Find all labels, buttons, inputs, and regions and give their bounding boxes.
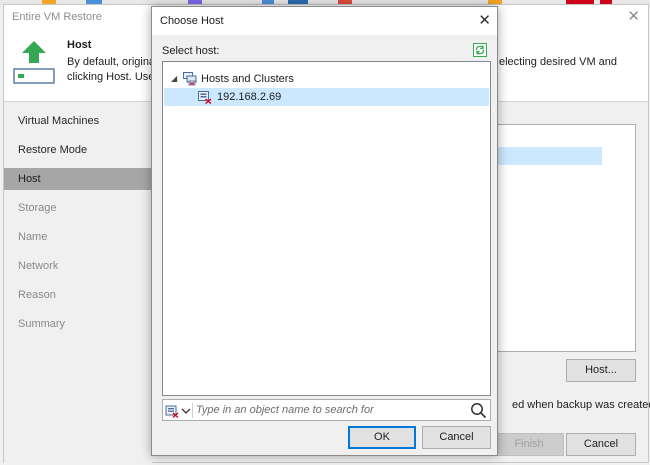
wizard-step-title: Host <box>67 39 92 51</box>
restore-arrow-icon <box>13 41 55 84</box>
dialog-cancel-button[interactable]: Cancel <box>422 426 491 449</box>
host-icon <box>198 91 212 104</box>
wizard-step-description-tail: electing desired VM and <box>499 56 618 68</box>
select-host-label: Select host: <box>162 45 220 57</box>
host-button[interactable]: Host... <box>566 359 636 382</box>
host-tree[interactable]: ◢ Hosts and Clusters 192.168.2.69 <box>162 61 491 396</box>
close-icon[interactable]: ✕ <box>478 11 491 29</box>
choose-host-dialog: Choose Host ✕ Select host: ◢ Hosts and C… <box>151 6 498 456</box>
search-icon[interactable] <box>470 402 487 419</box>
expanded-triangle-icon[interactable]: ◢ <box>171 70 177 88</box>
tree-item-host[interactable]: 192.168.2.69 <box>164 88 489 106</box>
vm-host-list[interactable] <box>494 124 636 352</box>
step-network: Network <box>18 260 59 272</box>
ok-button[interactable]: OK <box>348 426 416 449</box>
tree-item-label: Hosts and Clusters <box>201 73 294 85</box>
wizard-cancel-button[interactable]: Cancel <box>566 433 636 456</box>
refresh-icon[interactable] <box>473 43 487 57</box>
step-name: Name <box>18 231 48 243</box>
step-reason: Reason <box>18 289 56 301</box>
step-summary: Summary <box>18 318 66 330</box>
wizard-close-icon[interactable]: ✕ <box>627 7 640 25</box>
step-storage: Storage <box>18 202 57 214</box>
step-restore-mode[interactable]: Restore Mode <box>4 139 152 161</box>
wizard-steps-nav: Virtual Machines Restore Mode Host Stora… <box>4 102 152 463</box>
search-separator <box>192 403 193 418</box>
wizard-host-note: ed when backup was created. <box>512 399 650 411</box>
vm-host-list-selected-row[interactable] <box>496 147 602 165</box>
search-input[interactable] <box>194 401 464 419</box>
finish-button: Finish <box>494 433 564 456</box>
step-host[interactable]: Host <box>4 168 152 190</box>
wizard-title: Entire VM Restore <box>12 11 102 23</box>
dialog-titlebar: Choose Host ✕ <box>152 7 497 35</box>
object-type-dropdown-icon[interactable] <box>165 403 191 419</box>
tree-item-label: 192.168.2.69 <box>217 91 282 103</box>
tree-item-hosts-and-clusters[interactable]: ◢ Hosts and Clusters <box>164 70 489 88</box>
dialog-title: Choose Host <box>160 15 224 27</box>
step-virtual-machines[interactable]: Virtual Machines <box>4 110 152 132</box>
hosts-clusters-icon <box>183 72 197 86</box>
search-box[interactable] <box>162 399 491 421</box>
